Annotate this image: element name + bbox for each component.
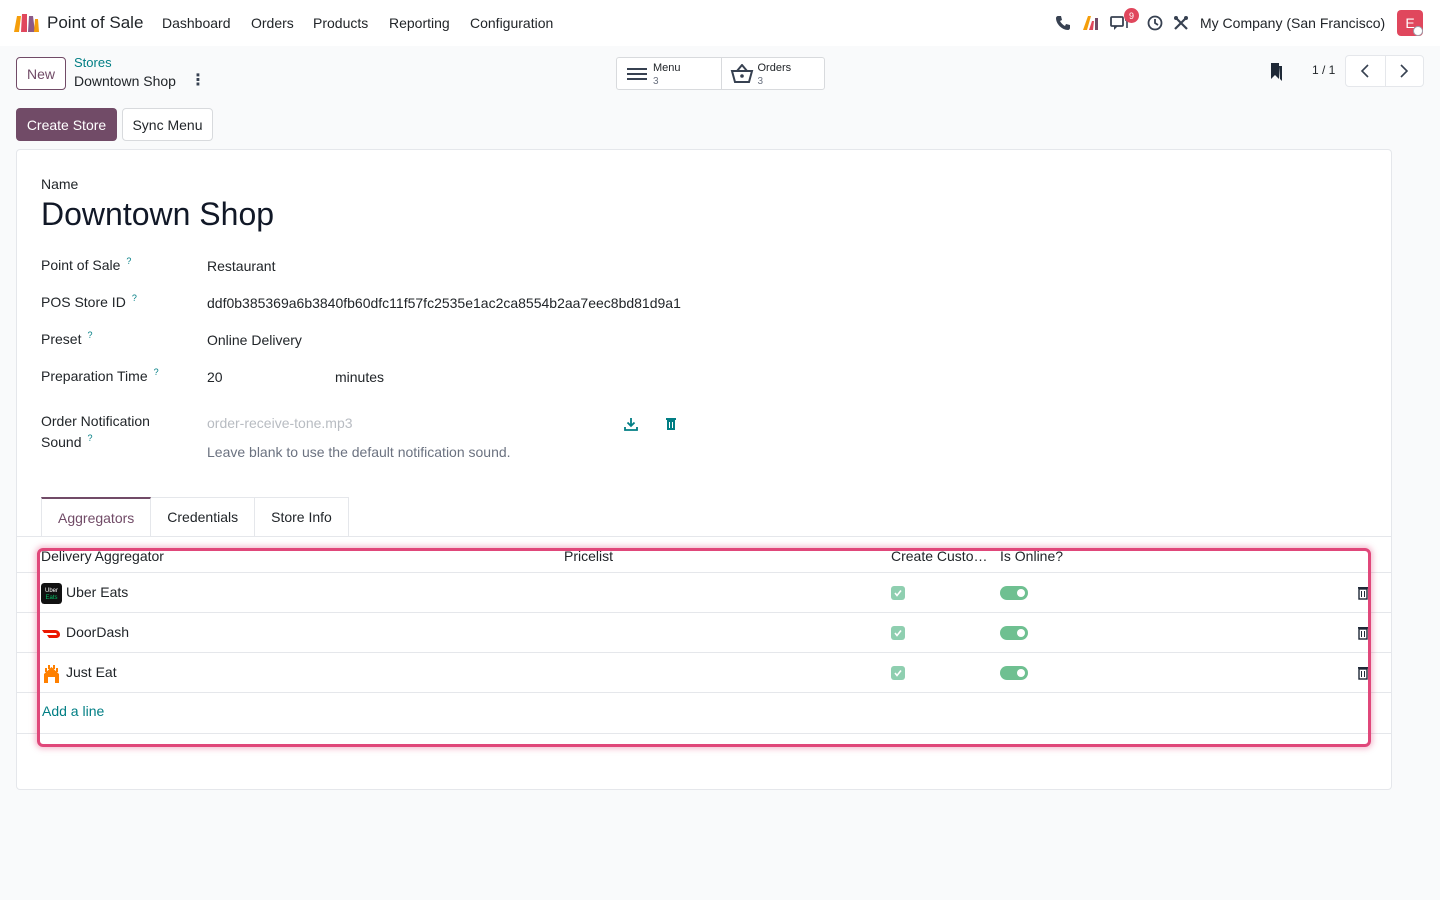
notebook-tabs: Aggregators Credentials Store Info [41, 497, 349, 537]
delete-row-icon[interactable] [1356, 666, 1370, 680]
trash-icon[interactable] [664, 417, 678, 431]
menu-smart-value: 3 [653, 76, 659, 87]
table-row[interactable]: Uber Eats Uber Eats [17, 573, 1391, 613]
menu-smart-button[interactable]: Menu 3 [617, 58, 721, 89]
help-icon[interactable]: ? [154, 367, 159, 377]
prep-time-unit: minutes [335, 369, 385, 385]
phone-icon[interactable] [1054, 14, 1072, 32]
tab-store-info[interactable]: Store Info [255, 497, 349, 536]
breadcrumb-stores[interactable]: Stores [74, 55, 112, 70]
chevron-left-icon [1361, 64, 1369, 78]
create-customer-checkbox[interactable] [891, 626, 905, 640]
menu-configuration[interactable]: Configuration [470, 15, 553, 31]
menu-orders[interactable]: Orders [251, 15, 294, 31]
help-icon[interactable]: ? [87, 433, 92, 443]
svg-text:Eats: Eats [45, 595, 57, 601]
pos-label-text: Point of Sale [41, 257, 121, 273]
is-online-toggle[interactable] [1000, 586, 1028, 600]
create-customer-checkbox[interactable] [891, 586, 905, 600]
aggregator-name[interactable]: Just Eat [66, 664, 117, 680]
company-switcher[interactable]: My Company (San Francisco) [1200, 15, 1385, 31]
sync-menu-button[interactable]: Sync Menu [122, 108, 213, 141]
create-customer-checkbox[interactable] [891, 666, 905, 680]
ai-icon[interactable] [1082, 14, 1100, 32]
svg-text:Uber: Uber [45, 588, 58, 594]
clock-icon[interactable] [1146, 14, 1164, 32]
sound-label-line1: Order Notification [41, 413, 150, 429]
messages-badge: 9 [1124, 8, 1139, 23]
col-create-customer[interactable]: Create Custo… [891, 548, 987, 564]
status-dot-icon [1413, 26, 1423, 36]
just-eat-logo-icon [44, 665, 59, 683]
chevron-right-icon [1400, 64, 1409, 78]
pager-value[interactable]: 1 / 1 [1312, 63, 1335, 77]
menu-products[interactable]: Products [313, 15, 368, 31]
check-icon [894, 590, 902, 597]
name-field[interactable]: Downtown Shop [41, 196, 274, 233]
tab-aggregators[interactable]: Aggregators [41, 497, 152, 537]
is-online-toggle[interactable] [1000, 626, 1028, 640]
pager-next-button[interactable] [1384, 56, 1424, 86]
aggregator-name[interactable]: Uber Eats [66, 584, 128, 600]
bookmark-icon[interactable] [1268, 61, 1284, 81]
pager-previous-button[interactable] [1346, 56, 1385, 86]
list-header: Delivery Aggregator Pricelist Create Cus… [17, 537, 1391, 573]
delete-row-icon[interactable] [1356, 626, 1370, 640]
check-icon [894, 630, 902, 637]
menu-reporting[interactable]: Reporting [389, 15, 450, 31]
hamburger-icon [627, 68, 647, 80]
pos-field[interactable]: Restaurant [207, 258, 275, 274]
top-navbar: Point of Sale Dashboard Orders Products … [0, 0, 1440, 46]
menu-smart-label: Menu [653, 62, 681, 74]
help-icon[interactable]: ? [132, 293, 137, 303]
preset-label: Preset? [41, 330, 92, 347]
create-store-button[interactable]: Create Store [16, 108, 117, 141]
breadcrumb-current: Downtown Shop [74, 73, 176, 89]
sound-hint: Leave blank to use the default notificat… [207, 444, 511, 460]
uber-eats-logo-icon: UberEats [41, 583, 62, 604]
prep-time-field[interactable]: 20 [207, 369, 223, 385]
tools-icon[interactable] [1172, 14, 1190, 32]
is-online-toggle[interactable] [1000, 666, 1028, 680]
pager [1345, 55, 1424, 87]
delete-row-icon[interactable] [1356, 586, 1370, 600]
actions-menu-icon[interactable]: ⋮ [190, 72, 206, 90]
preset-label-text: Preset [41, 331, 82, 347]
aggregator-name[interactable]: DoorDash [66, 624, 129, 640]
list-bottom-divider [17, 733, 1391, 734]
table-row[interactable]: Just Eat [17, 653, 1391, 693]
sound-file-field[interactable]: order-receive-tone.mp3 [207, 415, 353, 431]
menu-dashboard[interactable]: Dashboard [162, 15, 231, 31]
name-label: Name [41, 176, 79, 192]
col-pricelist[interactable]: Pricelist [564, 548, 613, 564]
basket-icon [730, 64, 753, 83]
doordash-logo-icon [42, 630, 60, 638]
check-icon [894, 670, 902, 677]
form-sheet: Name Downtown Shop Point of Sale? Restau… [16, 149, 1392, 790]
download-icon[interactable] [624, 417, 638, 431]
pos-app-icon[interactable] [12, 12, 40, 34]
tab-credentials[interactable]: Credentials [151, 497, 256, 536]
orders-smart-button[interactable]: Orders 3 [720, 58, 825, 89]
table-row[interactable]: DoorDash [17, 613, 1391, 653]
help-icon[interactable]: ? [126, 256, 131, 266]
prep-time-label-text: Preparation Time [41, 368, 148, 384]
orders-smart-label: Orders [757, 62, 792, 74]
sound-label-text: Sound [41, 434, 82, 450]
prep-time-label: Preparation Time? [41, 367, 159, 384]
help-icon[interactable]: ? [87, 330, 92, 340]
preset-field[interactable]: Online Delivery [207, 332, 302, 348]
app-name[interactable]: Point of Sale [47, 13, 143, 33]
new-button[interactable]: New [16, 57, 66, 90]
sound-label-line2: Sound? [41, 433, 93, 450]
orders-smart-value: 3 [757, 76, 764, 87]
col-delivery-aggregator[interactable]: Delivery Aggregator [41, 548, 164, 564]
col-is-online[interactable]: Is Online? [1000, 548, 1063, 564]
store-id-label-text: POS Store ID [41, 294, 126, 310]
add-line-link[interactable]: Add a line [42, 703, 104, 719]
smart-buttons: Menu 3 Orders 3 [616, 57, 825, 90]
store-id-label: POS Store ID? [41, 293, 137, 310]
pos-label: Point of Sale? [41, 256, 131, 273]
store-id-field[interactable]: ddf0b385369a6b3840fb60dfc11f57fc2535e1ac… [207, 295, 681, 311]
